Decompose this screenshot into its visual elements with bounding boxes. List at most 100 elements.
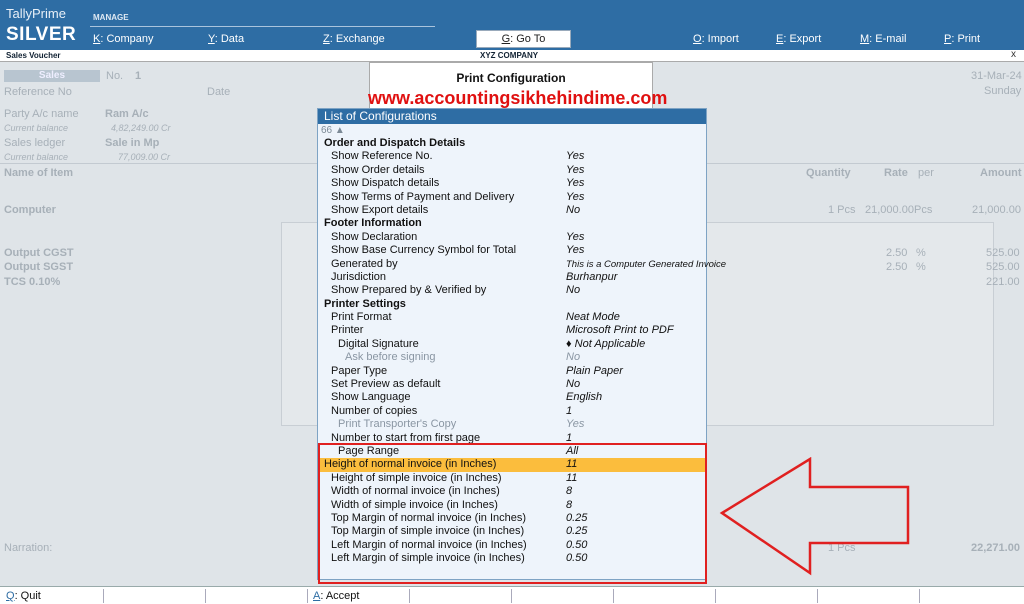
- narration-label: Narration:: [4, 542, 53, 554]
- sales-balance: 77,009.00 Cr: [118, 152, 171, 162]
- config-row[interactable]: Print Transporter's Copy Yes: [318, 418, 706, 431]
- app-edition: SILVER: [6, 24, 77, 45]
- tcs-amount: 221.00: [986, 276, 1020, 288]
- item-rate: 21,000.00: [865, 204, 914, 216]
- col-qty-header: Quantity: [806, 167, 851, 179]
- divider: [715, 589, 716, 603]
- party-label: Party A/c name: [4, 108, 79, 120]
- config-row[interactable]: Show Export details No: [318, 204, 706, 217]
- config-row[interactable]: Number to start from first page 1: [318, 432, 706, 445]
- config-row[interactable]: Show Terms of Payment and Delivery Yes: [318, 191, 706, 204]
- divider: [307, 589, 308, 603]
- divider: [103, 589, 104, 603]
- screen-title: Sales Voucher: [6, 51, 61, 60]
- config-row[interactable]: Page Range All: [318, 445, 706, 458]
- list-body: Order and Dispatch Details Show Referenc…: [318, 137, 726, 566]
- cgst-pct: %: [916, 247, 926, 259]
- config-row[interactable]: Digital Signature ♦ Not Applicable: [318, 338, 706, 351]
- config-row[interactable]: Show Reference No. Yes: [318, 150, 706, 163]
- close-icon[interactable]: x: [1011, 49, 1016, 60]
- date-label: Date: [207, 86, 231, 98]
- col-rate-header: Rate: [884, 167, 908, 179]
- divider: [613, 589, 614, 603]
- config-row[interactable]: Width of normal invoice (in Inches) 8: [318, 485, 706, 498]
- tcs-label: TCS 0.10%: [4, 276, 61, 288]
- app-name: TallyPrime: [6, 6, 66, 21]
- configuration-list: List of Configurations 66 ▲ Order and Di…: [317, 108, 726, 580]
- config-row[interactable]: Paper Type Plain Paper: [318, 365, 706, 378]
- accept-button[interactable]: A: Accept: [313, 590, 359, 602]
- config-row[interactable]: Show Prepared by & Verified by No: [318, 284, 706, 297]
- item-per: Pcs: [914, 204, 933, 216]
- divider: [205, 589, 206, 603]
- menu-email[interactable]: M: E-mail: [860, 33, 906, 45]
- config-row[interactable]: Set Preview as default No: [318, 378, 706, 391]
- voucher-day: Sunday: [984, 85, 1022, 97]
- company-name: XYZ COMPANY: [480, 51, 539, 60]
- divider: [511, 589, 512, 603]
- menu-company[interactable]: K: Company: [93, 33, 154, 45]
- config-row[interactable]: Jurisdiction Burhanpur: [318, 271, 706, 284]
- config-row[interactable]: Number of copies 1: [318, 405, 706, 418]
- config-row[interactable]: Top Margin of normal invoice (in Inches)…: [318, 512, 706, 525]
- config-row[interactable]: Show Declaration Yes: [318, 231, 706, 244]
- sales-ledger: Sale in Mp: [105, 137, 160, 149]
- item-amount: 21,000.00: [972, 204, 1021, 216]
- menu-exchange[interactable]: Z: Exchange: [323, 33, 385, 45]
- divider: [409, 589, 410, 603]
- config-row[interactable]: Left Margin of normal invoice (in Inches…: [318, 539, 706, 552]
- arrow-icon: [719, 457, 910, 576]
- config-row[interactable]: Left Margin of simple invoice (in Inches…: [318, 552, 706, 565]
- config-row[interactable]: Show Base Currency Symbol for Total Yes: [318, 244, 706, 257]
- bottom-button-bar: Q: Quit A: Accept: [0, 586, 1024, 604]
- menu-data[interactable]: Y: Data: [208, 33, 244, 45]
- sgst-pct: %: [916, 261, 926, 273]
- dialog-title: Print Configuration: [456, 71, 566, 85]
- cgst-amount: 525.00: [986, 247, 1020, 259]
- website-watermark: www.accountingsikhehindime.com: [368, 88, 668, 108]
- manage-divider: [90, 26, 435, 27]
- config-row[interactable]: Print Format Neat Mode: [318, 311, 706, 324]
- config-row[interactable]: Top Margin of simple invoice (in Inches)…: [318, 525, 706, 538]
- voucher-type: Sales: [4, 70, 100, 82]
- section-footer-information: Footer Information: [324, 217, 422, 230]
- menu-export[interactable]: E: Export: [776, 33, 821, 45]
- section-order-dispatch: Order and Dispatch Details: [324, 137, 466, 149]
- cgst-label: Output CGST: [4, 247, 74, 259]
- voucher-no: 1: [135, 70, 142, 82]
- config-row[interactable]: Height of simple invoice (in Inches) 11: [318, 472, 706, 485]
- config-row[interactable]: Width of simple invoice (in Inches) 8: [318, 499, 706, 512]
- cgst-rate: 2.50: [886, 247, 908, 259]
- divider: [919, 589, 920, 603]
- sgst-amount: 525.00: [986, 261, 1020, 273]
- screen-title-bar: Sales Voucher XYZ COMPANY x: [0, 49, 1024, 62]
- menu-print[interactable]: P: Print: [944, 33, 980, 45]
- sgst-rate: 2.50: [886, 261, 908, 273]
- item-name: Computer: [4, 204, 56, 216]
- config-row[interactable]: Show Order details Yes: [318, 164, 706, 177]
- item-qty: 1 Pcs: [828, 204, 856, 216]
- divider: [817, 589, 818, 603]
- top-menu-bar: TallyPrime SILVER MANAGE K: Company Y: D…: [0, 0, 1024, 50]
- config-row[interactable]: Generated by This is a Computer Generated…: [318, 258, 726, 271]
- reference-label: Reference No: [4, 86, 72, 98]
- party-name: Ram A/c: [105, 108, 149, 120]
- voucher-no-label: No.: [106, 70, 124, 82]
- config-row[interactable]: Ask before signing No: [318, 351, 706, 364]
- config-row[interactable]: Printer Microsoft Print to PDF: [318, 324, 706, 337]
- total-amount: 22,271.00: [971, 542, 1020, 554]
- quit-button[interactable]: Q: Quit: [6, 590, 41, 602]
- menu-import[interactable]: O: Import: [693, 33, 739, 45]
- party-balance: 4,82,249.00 Cr: [111, 123, 171, 133]
- config-row[interactable]: Show Language English: [318, 391, 706, 404]
- menu-goto[interactable]: G: Go To: [476, 30, 571, 48]
- list-title: List of Configurations: [318, 109, 706, 124]
- current-balance-label: Current balance: [4, 123, 69, 133]
- col-per-header: per: [918, 167, 934, 179]
- voucher-date: 31-Mar-24: [971, 70, 1022, 82]
- sales-balance-label: Current balance: [4, 152, 69, 162]
- list-count: 66 ▲: [321, 125, 345, 136]
- config-row[interactable]: Show Dispatch details Yes: [318, 177, 706, 190]
- sales-ledger-label: Sales ledger: [4, 137, 66, 149]
- config-row-selected[interactable]: Height of normal invoice (in Inches) 11: [318, 458, 706, 472]
